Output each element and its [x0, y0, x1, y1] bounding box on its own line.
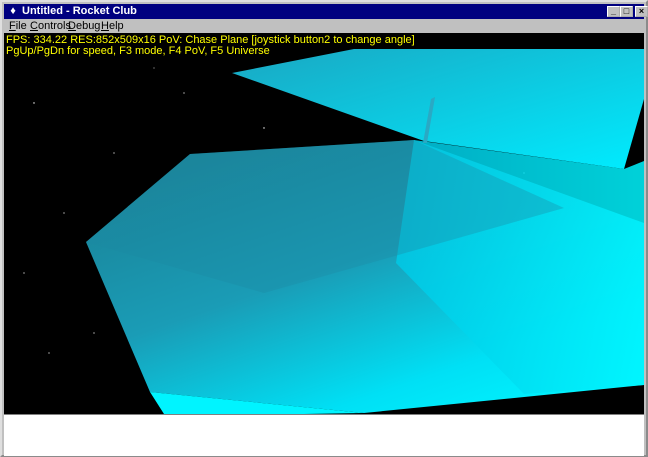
app-window: ♦ Untitled - Rocket Club _ □ × File Cont…: [0, 0, 648, 457]
scene-canvas: [4, 33, 644, 414]
menu-file[interactable]: File: [9, 19, 27, 33]
rocket-app-icon[interactable]: ♦: [7, 5, 19, 17]
hud-help-line: PgUp/PgDn for speed, F3 mode, F4 PoV, F5…: [6, 45, 270, 57]
title-bar[interactable]: ♦ Untitled - Rocket Club _ □ ×: [4, 4, 648, 19]
maximize-button[interactable]: □: [620, 6, 633, 17]
maximize-icon: □: [623, 6, 630, 16]
render-viewport[interactable]: FPS: 334.22 RES:852x509x16 PoV: Chase Pl…: [4, 33, 644, 414]
menu-bar: File Controls Debug Help: [4, 19, 644, 33]
close-button[interactable]: ×: [635, 6, 648, 17]
minimize-icon: _: [610, 6, 616, 16]
window-title: Untitled - Rocket Club: [22, 5, 137, 17]
minimize-button[interactable]: _: [607, 6, 620, 17]
status-area: [4, 414, 644, 456]
close-icon: ×: [638, 6, 645, 16]
menu-controls[interactable]: Controls: [30, 19, 71, 33]
menu-debug[interactable]: Debug: [68, 19, 100, 33]
menu-help[interactable]: Help: [101, 19, 124, 33]
